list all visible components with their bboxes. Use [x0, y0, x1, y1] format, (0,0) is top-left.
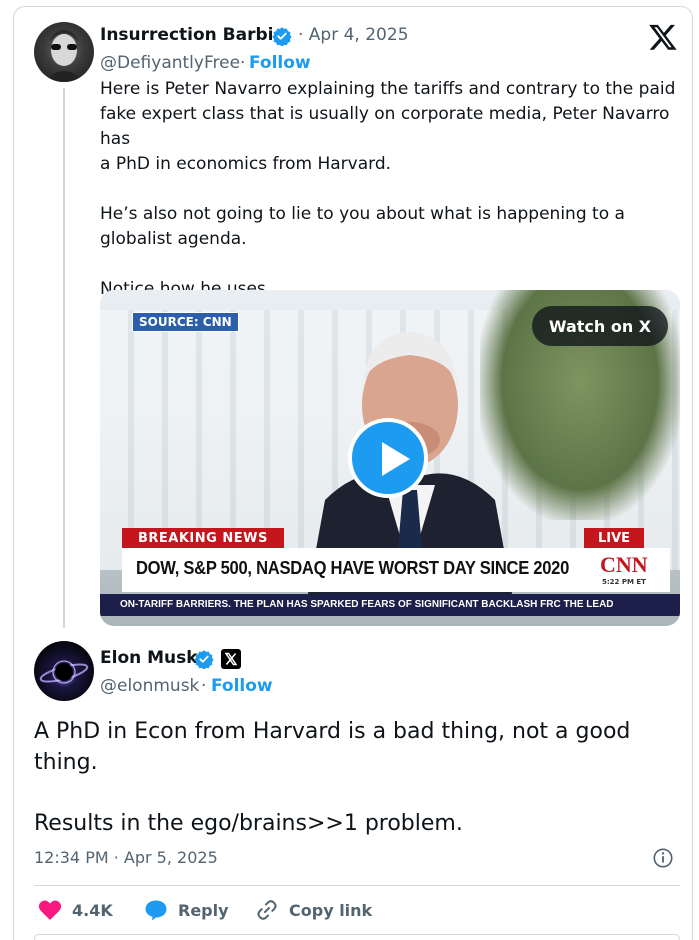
quoted-display-name[interactable]: Insurrection Barbie [100, 25, 285, 45]
quoted-follow-button[interactable]: Follow [249, 53, 311, 73]
main-separator: · [201, 676, 207, 696]
like-button[interactable]: 4.4K [38, 897, 113, 923]
video-source-tag: SOURCE: CNN [132, 312, 239, 332]
main-display-name[interactable]: Elon Musk [100, 648, 198, 668]
like-count: 4.4K [72, 900, 113, 920]
read-replies-bar[interactable] [34, 934, 680, 940]
copy-link-label: Copy link [289, 900, 373, 920]
play-icon[interactable] [348, 418, 428, 498]
network-time: 5:22 PM ET [602, 578, 646, 586]
copy-link-button[interactable]: Copy link [255, 897, 372, 923]
network-logo: CNN [600, 552, 648, 577]
quoted-separator: · [240, 53, 246, 73]
main-text-line: thing. [34, 750, 98, 775]
quoted-handle[interactable]: @DefiyantlyFree [100, 53, 240, 73]
quoted-text-line: globalist agenda. [100, 229, 247, 249]
quoted-date[interactable]: · Apr 4, 2025 [298, 25, 409, 45]
main-tweet-text: A PhD in Econ from Harvard is a bad thin… [34, 716, 630, 839]
verified-badge-icon [272, 27, 292, 46]
embedded-video[interactable]: SOURCE: CNN Watch on X BREAKING NEWS LIV… [100, 290, 680, 626]
thread-connector-line [63, 88, 65, 628]
quoted-text-line: He’s also not going to lie to you about … [100, 204, 625, 224]
reply-button[interactable]: Reply [144, 897, 229, 923]
main-author-avatar[interactable] [34, 641, 94, 701]
avatar-blackhole [39, 660, 89, 684]
affiliate-x-badge-icon[interactable] [221, 649, 241, 669]
video-ticker: ON-TARIFF BARRIERS. THE PLAN HAS SPARKED… [100, 594, 680, 616]
x-logo-icon[interactable] [648, 22, 678, 52]
breaking-news-label: BREAKING NEWS [122, 528, 284, 549]
watch-on-x-button[interactable]: Watch on X [532, 306, 668, 346]
main-text-line: A PhD in Econ from Harvard is a bad thin… [34, 719, 631, 744]
video-headline-bar: DOW, S&P 500, NASDAQ HAVE WORST DAY SINC… [122, 548, 670, 592]
link-icon [257, 900, 277, 920]
tweet-timestamp[interactable]: 12:34 PM · Apr 5, 2025 [34, 848, 218, 867]
main-follow-button[interactable]: Follow [211, 676, 273, 696]
heart-icon [38, 900, 62, 920]
actions-divider [34, 885, 680, 886]
quoted-author-avatar[interactable] [34, 22, 94, 82]
main-text-line: Results in the ego/brains>>1 problem. [34, 811, 463, 836]
quoted-text-line: Here is Peter Navarro explaining the tar… [100, 79, 676, 99]
quoted-tweet-text: Here is Peter Navarro explaining the tar… [100, 77, 699, 302]
quoted-text-line: fake expert class that is usually on cor… [100, 104, 670, 149]
reply-bubble-icon [145, 900, 167, 921]
quoted-text-line: a PhD in economics from Harvard. [100, 154, 392, 174]
main-handle[interactable]: @elonmusk [100, 676, 199, 696]
live-label: LIVE [584, 528, 645, 549]
info-icon[interactable] [652, 847, 674, 869]
avatar-portrait [44, 30, 84, 82]
video-headline: DOW, S&P 500, NASDAQ HAVE WORST DAY SINC… [136, 558, 570, 578]
verified-badge-icon [194, 650, 214, 669]
reply-label: Reply [178, 900, 229, 920]
